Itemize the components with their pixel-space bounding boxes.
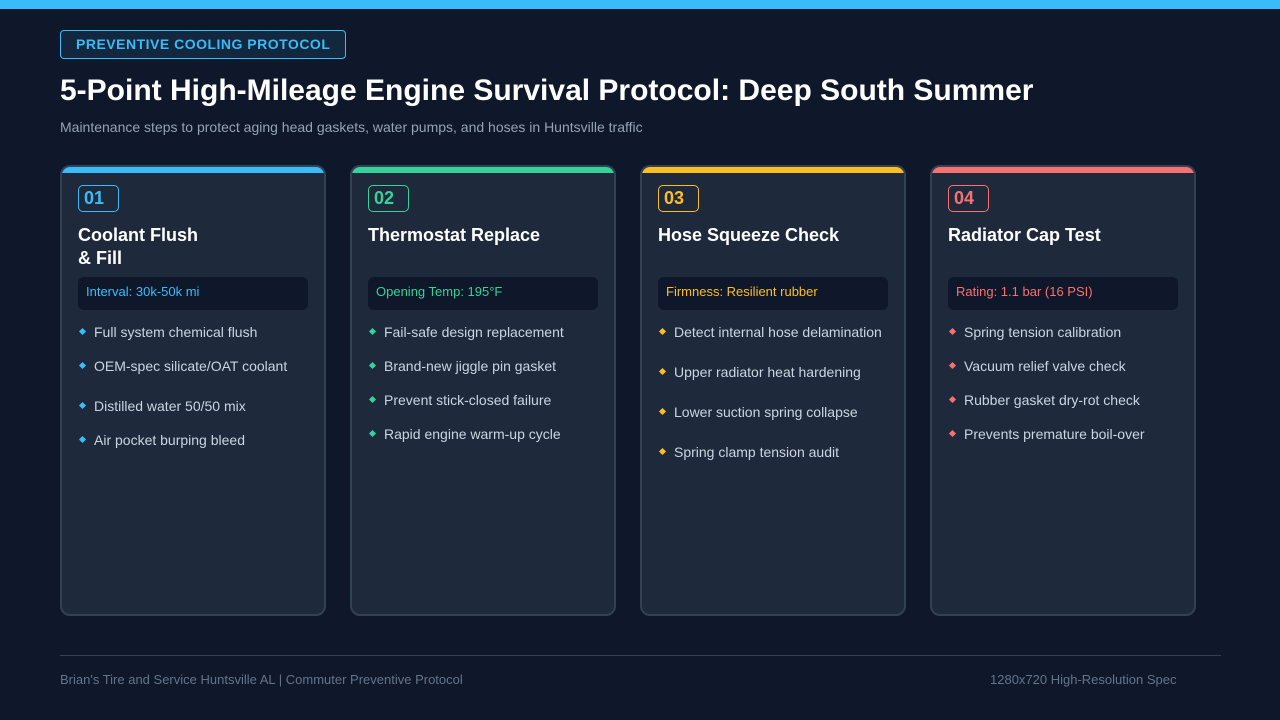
diamond-bullet-icon [658, 447, 667, 456]
diamond-bullet-icon [368, 395, 377, 404]
list-item-text: Full system chemical flush [94, 324, 258, 340]
list-item: Rapid engine warm-up cycle [368, 425, 564, 443]
list-item-text: Prevent stick-closed failure [384, 392, 552, 408]
list-item-text: Distilled water 50/50 mix [94, 398, 246, 414]
card-checklist: Fail-safe design replacement Brand-new j… [368, 323, 564, 443]
card-number: 04 [948, 185, 989, 212]
card-coolant-flush: 01 Coolant Flush & Fill Interval: 30k-50… [60, 165, 326, 616]
card-accent-bar [642, 167, 904, 173]
card-accent-bar [62, 167, 324, 173]
page-title: 5-Point High-Mileage Engine Survival Pro… [60, 74, 1034, 107]
card-title: Hose Squeeze Check [658, 225, 840, 245]
card-title: Thermostat Replace [368, 225, 541, 245]
list-item: Prevents premature boil-over [948, 425, 1145, 443]
card-accent-bar [932, 167, 1194, 173]
list-item-text: Rubber gasket dry-rot check [964, 392, 1140, 408]
card-checklist: Spring tension calibration Vacuum relief… [948, 323, 1145, 443]
card-hose-squeeze-check: 03 Hose Squeeze Check Firmness: Resilien… [640, 165, 906, 616]
card-meta: Firmness: Resilient rubber [658, 277, 888, 310]
diamond-bullet-icon [78, 435, 87, 444]
card-meta: Rating: 1.1 bar (16 PSI) [948, 277, 1178, 310]
card-title-line: & Fill [78, 248, 122, 268]
footer-divider [60, 655, 1221, 656]
card-number: 02 [368, 185, 409, 212]
list-item: OEM-spec silicate/OAT coolant [78, 357, 287, 375]
list-item-text: Vacuum relief valve check [964, 358, 1126, 374]
list-item: Spring tension calibration [948, 323, 1145, 341]
footer-spec: 1280x720 High-Resolution Spec [990, 672, 1177, 687]
list-item-text: Air pocket burping bleed [94, 432, 245, 448]
diamond-bullet-icon [78, 401, 87, 410]
list-item-text: Brand-new jiggle pin gasket [384, 358, 556, 374]
list-item-text: Detect internal hose delamination [674, 324, 882, 340]
card-number: 03 [658, 185, 699, 212]
card-checklist: Full system chemical flush OEM-spec sili… [78, 323, 287, 449]
protocol-badge: PREVENTIVE COOLING PROTOCOL [60, 30, 347, 59]
card-radiator-cap-test: 04 Radiator Cap Test Rating: 1.1 bar (16… [930, 165, 1196, 616]
diamond-bullet-icon [658, 407, 667, 416]
diamond-bullet-icon [658, 327, 667, 336]
diamond-bullet-icon [948, 327, 957, 336]
list-item: Air pocket burping bleed [78, 431, 287, 449]
diamond-bullet-icon [78, 361, 87, 370]
list-item-text: Upper radiator heat hardening [674, 364, 861, 380]
list-item: Rubber gasket dry-rot check [948, 391, 1145, 409]
list-item-text: Prevents premature boil-over [964, 426, 1145, 442]
list-item-text: Spring clamp tension audit [674, 444, 839, 460]
top-accent-bar [0, 0, 1280, 9]
list-item-text: Fail-safe design replacement [384, 324, 564, 340]
list-item: Detect internal hose delamination [658, 323, 882, 341]
diamond-bullet-icon [948, 361, 957, 370]
page-subtitle: Maintenance steps to protect aging head … [60, 119, 643, 135]
card-number: 01 [78, 185, 119, 212]
diamond-bullet-icon [368, 327, 377, 336]
list-item: Full system chemical flush [78, 323, 287, 341]
list-item-text: Lower suction spring collapse [674, 404, 858, 420]
footer-caption: Brian's Tire and Service Huntsville AL |… [60, 672, 463, 687]
list-item: Upper radiator heat hardening [658, 363, 882, 381]
diamond-bullet-icon [368, 429, 377, 438]
list-item: Spring clamp tension audit [658, 443, 882, 461]
list-item: Brand-new jiggle pin gasket [368, 357, 564, 375]
list-item-text: Rapid engine warm-up cycle [384, 426, 561, 442]
diamond-bullet-icon [948, 395, 957, 404]
card-meta: Interval: 30k-50k mi [78, 277, 308, 310]
card-title: Coolant Flush & Fill [78, 224, 228, 270]
list-item: Lower suction spring collapse [658, 403, 882, 421]
list-item-text: OEM-spec silicate/OAT coolant [94, 358, 288, 374]
list-item: Vacuum relief valve check [948, 357, 1145, 375]
card-meta: Opening Temp: 195°F [368, 277, 598, 310]
list-item: Prevent stick-closed failure [368, 391, 564, 409]
card-title: Radiator Cap Test [948, 225, 1101, 245]
diamond-bullet-icon [658, 367, 667, 376]
diamond-bullet-icon [78, 327, 87, 336]
diamond-bullet-icon [948, 429, 957, 438]
list-item: Distilled water 50/50 mix [78, 397, 287, 415]
list-item: Fail-safe design replacement [368, 323, 564, 341]
card-accent-bar [352, 167, 614, 173]
card-title-line: Coolant Flush [78, 225, 198, 245]
list-item-text: Spring tension calibration [964, 324, 1122, 340]
card-checklist: Detect internal hose delamination Upper … [658, 323, 882, 461]
card-thermostat-replace: 02 Thermostat Replace Opening Temp: 195°… [350, 165, 616, 616]
diamond-bullet-icon [368, 361, 377, 370]
